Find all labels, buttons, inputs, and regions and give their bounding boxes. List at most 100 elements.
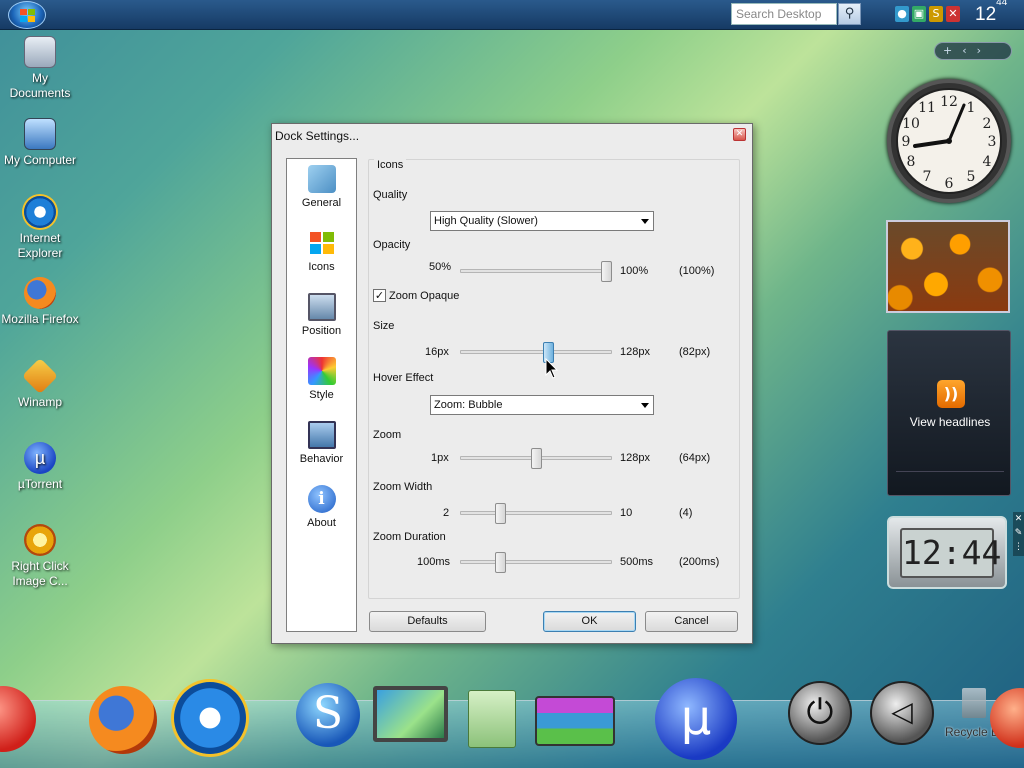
- power-icon[interactable]: ⏻: [788, 681, 852, 745]
- svg-text:10: 10: [902, 116, 920, 132]
- desktop-icon-firefox[interactable]: Mozilla Firefox: [0, 277, 80, 327]
- display-icon[interactable]: [373, 686, 448, 742]
- desktop-icon-label: µTorrent: [17, 477, 63, 491]
- svg-text:5: 5: [967, 169, 976, 185]
- info-icon: i: [307, 485, 336, 513]
- size-value: (82px): [679, 346, 711, 358]
- quality-label: Quality: [373, 189, 408, 201]
- windows-flag-icon: [308, 229, 336, 257]
- network-icon[interactable]: ●: [895, 6, 909, 22]
- hover-effect-label: Hover Effect: [373, 372, 434, 384]
- zoom-opaque-label[interactable]: Zoom Opaque: [389, 290, 459, 302]
- monitor-icon: [307, 293, 336, 321]
- hover-effect-select[interactable]: Zoom: Bubble: [430, 395, 654, 415]
- svg-text:1: 1: [967, 100, 976, 116]
- utorrent-icon[interactable]: µ: [655, 678, 737, 760]
- top-bar: Search Desktop ⚲ ● ▣ S ✕ 1244: [0, 0, 1024, 30]
- zoom-duration-slider-track[interactable]: [460, 560, 612, 564]
- firefox-icon[interactable]: [89, 686, 157, 754]
- desktop-icon-label: Internet Explorer: [17, 231, 63, 260]
- nav-item-label: General: [301, 197, 342, 209]
- desktop-icon-utorrent[interactable]: µ µTorrent: [0, 442, 80, 492]
- zoom-duration-slider-thumb[interactable]: [495, 552, 507, 573]
- zoom-width-slider-thumb[interactable]: [495, 503, 507, 524]
- nav-item-style[interactable]: Style: [287, 357, 356, 401]
- tray-app-icon[interactable]: ▣: [912, 6, 926, 22]
- settings-nav: General Icons Position Style Behavior i …: [286, 158, 357, 632]
- s-icon[interactable]: S: [929, 6, 943, 22]
- check-icon: ✓: [374, 289, 385, 302]
- zoom-opaque-checkbox[interactable]: ✓: [373, 289, 386, 302]
- desktop-icon-label: My Computer: [3, 153, 77, 167]
- nav-item-label: About: [307, 517, 336, 529]
- zoom-width-label: Zoom Width: [373, 481, 433, 493]
- computer-icon: [24, 118, 56, 150]
- zoom-width-slider-track[interactable]: [460, 511, 612, 515]
- desktop-icon-label: My Documents: [9, 71, 71, 100]
- desktop-icon-label: Winamp: [17, 395, 62, 409]
- feed-headlines-gadget[interactable]: )) View headlines: [887, 330, 1011, 496]
- chevron-down-icon: [641, 219, 649, 224]
- svg-text:2: 2: [983, 116, 992, 132]
- nav-item-behavior[interactable]: Behavior: [287, 421, 356, 465]
- slideshow-gadget[interactable]: [886, 220, 1010, 313]
- digital-clock-gadget[interactable]: 12:44: [887, 516, 1007, 589]
- nav-item-about[interactable]: i About: [287, 485, 356, 529]
- ok-button[interactable]: OK: [543, 611, 636, 632]
- defaults-button[interactable]: Defaults: [369, 611, 486, 632]
- back-icon[interactable]: ◁: [870, 681, 934, 745]
- zoom-max: 128px: [620, 452, 650, 464]
- desktop-icon-winamp[interactable]: Winamp: [0, 357, 80, 410]
- desktop-icon-right-click-image[interactable]: Right Click Image C...: [0, 524, 80, 589]
- size-max: 128px: [620, 346, 650, 358]
- taskbar-clock[interactable]: 1244: [975, 0, 1007, 26]
- sidebar-controls[interactable]: +‹›: [934, 42, 1012, 60]
- zoom-slider-thumb[interactable]: [530, 448, 542, 469]
- hover-effect-value: Zoom: Bubble: [434, 399, 503, 411]
- opacity-slider-thumb[interactable]: [601, 261, 612, 282]
- desktop-icon-my-computer[interactable]: My Computer: [0, 118, 80, 168]
- folder-documents-icon: [24, 36, 56, 68]
- recycle-bin-icon[interactable]: [962, 688, 986, 718]
- internet-explorer-icon[interactable]: [174, 682, 246, 754]
- search-button[interactable]: ⚲: [838, 3, 861, 25]
- view-headlines-link[interactable]: View headlines: [888, 415, 1012, 429]
- opacity-label: Opacity: [373, 239, 411, 251]
- chevron-down-icon: [641, 403, 649, 408]
- search-input[interactable]: Search Desktop: [731, 3, 837, 25]
- sync-icon[interactable]: S: [296, 683, 360, 747]
- gadget-controls[interactable]: ✕ ✎ ⋮: [1013, 512, 1024, 556]
- nav-item-position[interactable]: Position: [287, 293, 356, 337]
- zoom-label: Zoom: [373, 429, 402, 441]
- svg-text:9: 9: [902, 134, 911, 150]
- svg-text:6: 6: [945, 176, 954, 192]
- quality-select[interactable]: High Quality (Slower): [430, 211, 654, 231]
- mouse-cursor-icon: [545, 358, 559, 379]
- desktop-icon-internet-explorer[interactable]: Internet Explorer: [0, 196, 80, 261]
- opacity-slider-track[interactable]: [460, 269, 612, 273]
- svg-text:7: 7: [923, 169, 932, 185]
- cancel-button[interactable]: Cancel: [645, 611, 738, 632]
- internet-explorer-icon: [24, 196, 56, 228]
- winamp-icon: [21, 357, 59, 395]
- feed-footer: [896, 471, 1004, 491]
- dialog-titlebar[interactable]: Dock Settings... ✕: [272, 124, 752, 147]
- close-icon: ✕: [735, 129, 744, 139]
- winrar-icon[interactable]: [535, 696, 615, 746]
- shield-icon[interactable]: ✕: [946, 6, 960, 22]
- start-button[interactable]: [8, 1, 46, 29]
- analog-clock-gadget[interactable]: 12 1 2 345 678 9 10 11: [887, 79, 1011, 203]
- close-button[interactable]: ✕: [733, 128, 746, 141]
- size-label: Size: [373, 320, 395, 332]
- gear-icon: [24, 524, 56, 556]
- desktop-icon-my-documents[interactable]: My Documents: [0, 36, 80, 101]
- size-slider-track[interactable]: [460, 350, 612, 354]
- style-icon: [307, 357, 336, 385]
- zoom-min: 1px: [431, 452, 449, 464]
- opacity-value: (100%): [679, 265, 715, 277]
- svg-text:12: 12: [940, 94, 958, 110]
- nav-item-icons[interactable]: Icons: [287, 229, 356, 273]
- nav-item-general[interactable]: General: [287, 165, 356, 209]
- notepad-icon[interactable]: [468, 690, 516, 748]
- general-icon: [307, 165, 336, 193]
